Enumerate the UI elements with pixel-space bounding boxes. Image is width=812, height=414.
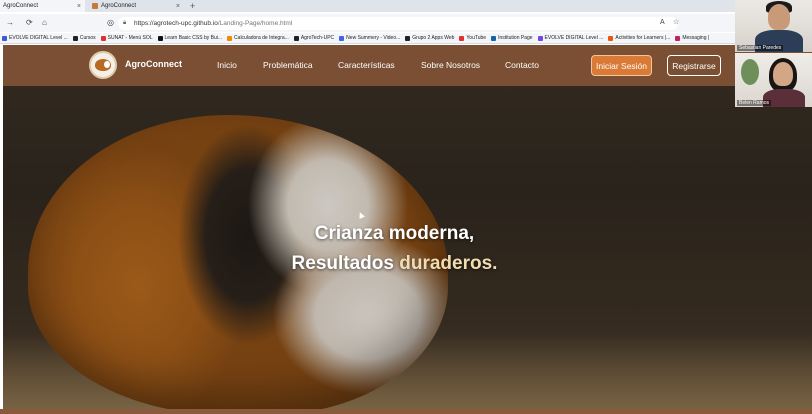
browser-tab[interactable]: AgroConnect × (88, 0, 184, 12)
url-path: /Landing-Page/home.html (217, 20, 293, 27)
bookmark-favicon-icon (72, 35, 78, 41)
page-bottom-strip (0, 409, 812, 414)
home-icon[interactable]: ⌂ (42, 17, 47, 29)
bookmark-item[interactable]: EVOLVE DIGITAL Level ... (2, 35, 68, 41)
bookmark-item[interactable]: YouTube (459, 35, 486, 41)
star-icon[interactable]: ☆ (673, 17, 679, 29)
nav-link-sobre-nosotros[interactable]: Sobre Nosotros (421, 60, 480, 70)
url-field[interactable]: 🔒︎ https://agrotech-upc.github.io/Landin… (118, 17, 678, 30)
bookmark-favicon-icon (608, 35, 614, 41)
plant-background (741, 59, 759, 85)
participant-name: Belen Ramos (737, 100, 772, 106)
url-host: https://agrotech-upc.github.io (134, 20, 218, 27)
bookmark-favicon-icon (459, 35, 465, 41)
participant-face (773, 62, 793, 86)
tab-title: AgroConnect (3, 3, 39, 9)
bookmark-favicon-icon (2, 35, 7, 41)
new-tab-icon[interactable]: + (190, 0, 195, 12)
headline-accent: duraderos. (399, 253, 498, 274)
bookmark-item[interactable]: Calculadora de Integra... (227, 35, 289, 41)
bookmark-favicon-icon (157, 35, 163, 41)
page-info-icon[interactable]: ◎ (107, 17, 114, 29)
signup-button[interactable]: Registrarse (667, 55, 721, 76)
bookmark-item[interactable]: Institution Page (491, 35, 533, 41)
site-favicon-icon (92, 3, 98, 9)
bookmark-favicon-icon (227, 35, 233, 41)
bookmark-item[interactable]: EVOLVE DIGITAL Level ... (537, 35, 603, 41)
bookmark-item[interactable]: Messaging | (675, 35, 709, 41)
browser-tab-bar: AgroConnect × AgroConnect × + (0, 0, 735, 12)
video-tile[interactable]: Sebastian Paredes (735, 0, 812, 52)
address-bar-row: → ⟳ ⌂ ◎ 🔒︎ https://agrotech-upc.github.i… (0, 14, 735, 32)
agroconnect-landing-page: AgroConnect Inicio Problemática Caracter… (3, 45, 812, 414)
hero-headline-line1: Crianza moderna, (314, 223, 475, 244)
nav-link-inicio[interactable]: Inicio (217, 60, 237, 70)
hero-headline-line2: Resultados duraderos. (3, 253, 799, 275)
translate-icon[interactable]: A (660, 17, 665, 29)
bookmarks-bar: EVOLVE DIGITAL Level ... Cursos SUNAT - Me… (0, 33, 735, 44)
bookmark-item[interactable]: SUNAT - Menú SOL (100, 35, 153, 41)
nav-link-problematica[interactable]: Problemática (263, 60, 313, 70)
site-navbar: AgroConnect Inicio Problemática Caracter… (3, 45, 812, 86)
bookmark-item[interactable]: AgroTech-UPC (293, 35, 334, 41)
participant-face (768, 4, 790, 30)
bookmark-item[interactable]: New Summery - Video... (339, 35, 400, 41)
brand-logo[interactable] (89, 51, 117, 79)
bookmark-favicon-icon (491, 35, 497, 41)
nav-link-contacto[interactable]: Contacto (505, 60, 539, 70)
guinea-pig-icon (95, 59, 111, 71)
bookmark-item[interactable]: Cursos (72, 35, 96, 41)
lock-icon: 🔒︎ (123, 20, 127, 26)
bookmark-favicon-icon (293, 35, 299, 41)
screen: AgroConnect × AgroConnect × + → ⟳ ⌂ ◎ 🔒︎… (0, 0, 812, 414)
headline-text: Resultados (291, 253, 400, 274)
video-tile[interactable]: Belen Ramos (735, 53, 812, 107)
close-icon[interactable]: × (176, 3, 180, 10)
reload-icon[interactable]: ⟳ (26, 17, 33, 29)
tab-title: AgroConnect (101, 3, 137, 9)
participant-name: Sebastian Paredes (737, 45, 784, 51)
bookmark-favicon-icon (100, 35, 106, 41)
nav-link-caracteristicas[interactable]: Características (338, 60, 395, 70)
back-arrow-icon[interactable]: → (6, 17, 14, 29)
login-button[interactable]: Iniciar Sesión (591, 55, 652, 76)
bookmark-item[interactable]: Learn Basic CSS by Bui... (157, 35, 222, 41)
bookmark-favicon-icon (405, 35, 411, 41)
close-icon[interactable]: × (77, 3, 81, 10)
brand-name[interactable]: AgroConnect (125, 59, 182, 69)
bookmark-favicon-icon (537, 35, 543, 41)
bookmark-favicon-icon (339, 35, 345, 41)
bookmark-item[interactable]: Activities for Learners |... (608, 35, 670, 41)
browser-tab[interactable]: AgroConnect × (0, 0, 85, 12)
bookmark-favicon-icon (675, 35, 681, 41)
bookmark-item[interactable]: Grupo 2 Apps Web (405, 35, 454, 41)
